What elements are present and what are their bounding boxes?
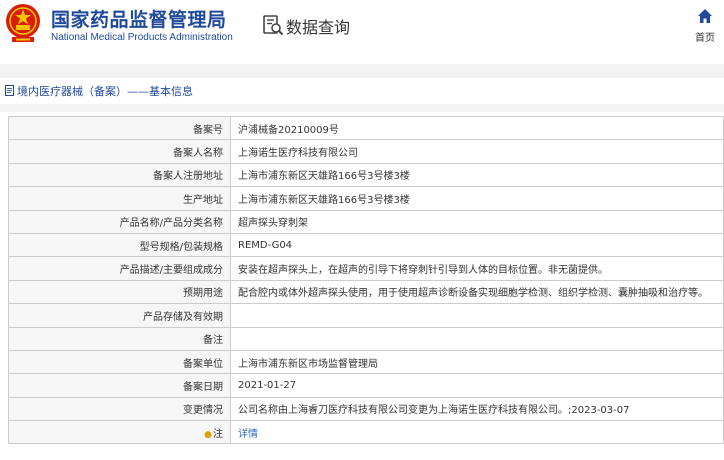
row-label: 产品名称/产品分类名称 bbox=[8, 209, 231, 234]
row-label: 型号规格/包装规格 bbox=[8, 232, 231, 258]
breadcrumb-text: 境内医疗器械（备案）——基本信息 bbox=[17, 85, 193, 98]
note-label: 注 bbox=[213, 428, 223, 440]
table-row: 预期用途 配合腔内或体外超声探头使用，用于使用超声诊断设备实现细胞学检测、组织学… bbox=[8, 279, 724, 305]
row-value: 安装在超声探头上，在超声的引导下将穿刺针引导到人体的目标位置。非无菌提供。 bbox=[230, 256, 724, 281]
table-row: 变更情况 公司名称由上海睿刀医疗科技有限公司变更为上海诺生医疗科技有限公司。;2… bbox=[8, 396, 724, 422]
row-label: 变更情况 bbox=[8, 396, 231, 422]
row-label: 产品存储及有效期 bbox=[8, 303, 231, 328]
record-detail-table: 备案号 沪浦械备20210009号 备案人名称 上海诺生医疗科技有限公司 备案人… bbox=[8, 115, 724, 445]
table-row: 产品存储及有效期 bbox=[8, 303, 724, 328]
row-value: 上海市浦东新区市场监督管理局 bbox=[230, 349, 724, 375]
row-label: 备案人名称 bbox=[8, 139, 231, 164]
table-row: 生产地址 上海市浦东新区天雄路166号3号楼3楼 bbox=[8, 186, 724, 211]
row-value: 上海市浦东新区天雄路166号3号楼3楼 bbox=[230, 186, 724, 211]
note-value-cell: 详情 bbox=[230, 420, 724, 445]
details-link[interactable]: 详情 bbox=[238, 429, 258, 440]
table-row: 备案日期 2021-01-27 bbox=[8, 373, 724, 398]
row-label: 产品描述/主要组成成分 bbox=[8, 256, 231, 281]
row-label: 备案人注册地址 bbox=[8, 162, 231, 188]
warning-bulb-icon: ● bbox=[204, 429, 212, 440]
row-label: 备案单位 bbox=[8, 349, 231, 375]
row-label: 备案日期 bbox=[8, 373, 231, 398]
org-name-cn: 国家药品监督管理局 bbox=[51, 9, 227, 31]
row-value: 上海市浦东新区天雄路166号3号楼3楼 bbox=[230, 162, 724, 188]
note-label-cell: ●注 bbox=[8, 420, 231, 445]
table-row: 备案人注册地址 上海市浦东新区天雄路166号3号楼3楼 bbox=[8, 162, 724, 188]
page-title: 数据查询 bbox=[286, 18, 351, 37]
row-label: 生产地址 bbox=[8, 186, 231, 211]
table-row: 型号规格/包装规格 REMD-G04 bbox=[8, 232, 724, 258]
row-value bbox=[230, 326, 724, 351]
row-value: 配合腔内或体外超声探头使用，用于使用超声诊断设备实现细胞学检测、组织学检测、囊肿… bbox=[230, 279, 724, 305]
row-value: 2021-01-27 bbox=[230, 373, 724, 398]
row-label: 备注 bbox=[8, 326, 231, 351]
table-row: 产品名称/产品分类名称 超声探头穿刺架 bbox=[8, 209, 724, 234]
row-value: 公司名称由上海睿刀医疗科技有限公司变更为上海诺生医疗科技有限公司。;2023-0… bbox=[230, 396, 724, 422]
row-value bbox=[230, 303, 724, 328]
table-row: 产品描述/主要组成成分 安装在超声探头上，在超声的引导下将穿刺针引导到人体的目标… bbox=[8, 256, 724, 281]
home-icon bbox=[698, 9, 712, 23]
document-icon bbox=[5, 85, 14, 96]
divider-bar bbox=[0, 64, 724, 78]
row-value: REMD-G04 bbox=[230, 232, 724, 258]
row-value: 沪浦械备20210009号 bbox=[230, 115, 724, 141]
row-label: 预期用途 bbox=[8, 279, 231, 305]
row-value: 上海诺生医疗科技有限公司 bbox=[230, 139, 724, 164]
table-row: 备注 bbox=[8, 326, 724, 351]
divider-bar bbox=[0, 104, 724, 112]
row-label: 备案号 bbox=[8, 115, 231, 141]
table-row: 备案单位 上海市浦东新区市场监督管理局 bbox=[8, 349, 724, 375]
home-link[interactable]: 首页 bbox=[692, 8, 718, 44]
breadcrumb: 境内医疗器械（备案）——基本信息 bbox=[0, 80, 724, 104]
home-label: 首页 bbox=[695, 33, 715, 44]
table-row: 备案号 沪浦械备20210009号 bbox=[8, 115, 724, 141]
org-name-en: National Medical Products Administration bbox=[51, 32, 233, 43]
table-row: 备案人名称 上海诺生医疗科技有限公司 bbox=[8, 139, 724, 164]
national-emblem-icon bbox=[6, 4, 40, 42]
table-row-note: ●注 详情 bbox=[8, 420, 724, 445]
data-query-icon bbox=[263, 15, 284, 36]
site-header: 国家药品监督管理局 National Medical Products Admi… bbox=[0, 0, 724, 54]
row-value: 超声探头穿刺架 bbox=[230, 209, 724, 234]
